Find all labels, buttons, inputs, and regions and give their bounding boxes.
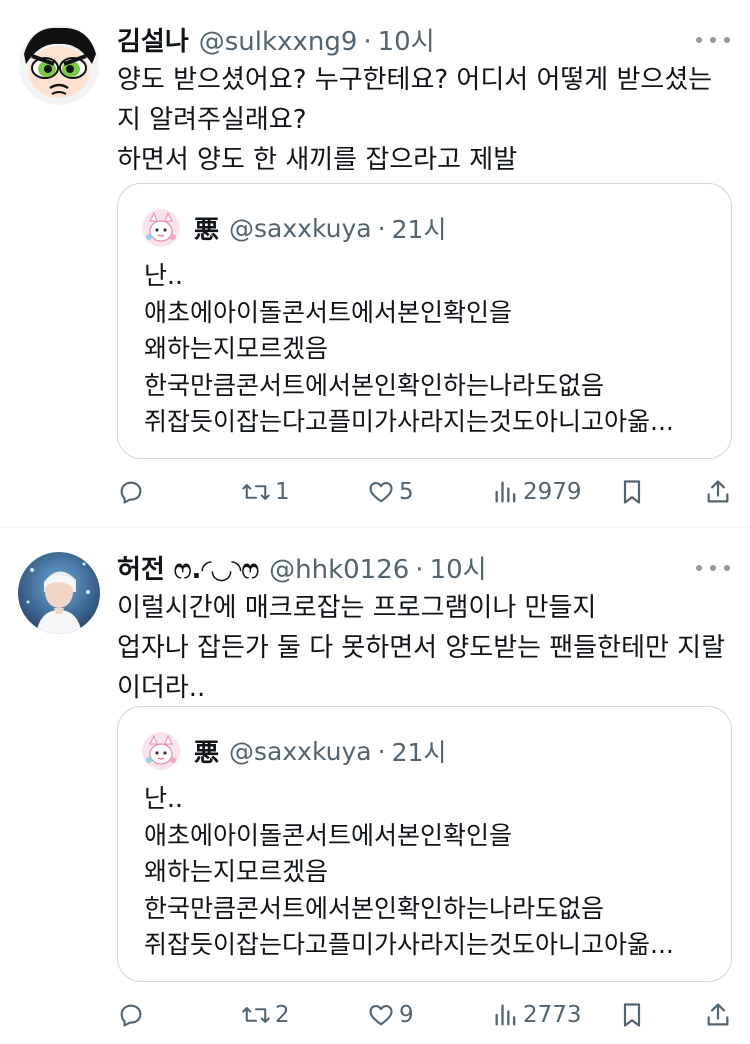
- quoted-text-line: 왜하는지모르겠음: [144, 857, 329, 886]
- view-count: 2979: [523, 479, 582, 505]
- quoted-text-line: 쥐잡듯이잡는다고플미가사라지는것도아니고아옮...: [144, 407, 674, 436]
- idol-photo-avatar-icon: [18, 552, 100, 634]
- heart-icon: [369, 1004, 393, 1026]
- tweet-text-line: 양도 받으셨어요? 누구한테요? 어디서 어떻게 받으셨는: [117, 65, 713, 95]
- action-bar: 1 5 2979: [117, 472, 732, 512]
- more-options-icon[interactable]: [696, 30, 730, 50]
- bar-chart-icon: [495, 1004, 516, 1026]
- quoted-text-line: 애초에아이돌콘서트에서본인확인을: [144, 820, 513, 850]
- quoted-author-name: 悪: [194, 215, 220, 244]
- author-name[interactable]: 허전 ෆ.◜◡◝ෆ: [117, 550, 259, 590]
- tweet-text-line: 하면서 양도 한 새끼를 잡으라고 제발: [117, 145, 518, 175]
- tweet-header: 김설나 @sulkxxng9 · 10시: [117, 22, 730, 62]
- quoted-tweet[interactable]: 悪 @saxxkuya · 21시 난.. 애초에아이돌콘서트에서본인확인을 왜…: [117, 183, 732, 459]
- quoted-author-handle: @saxxkuya: [229, 736, 372, 766]
- separator-dot: ·: [377, 736, 386, 766]
- separator-dot: ·: [415, 555, 424, 585]
- share-icon: [707, 480, 729, 503]
- timestamp[interactable]: 10시: [430, 550, 487, 590]
- bookmark-icon: [623, 1003, 641, 1027]
- quoted-text-line: 한국만큼콘서트에서본인확인하는나라도없음: [144, 893, 605, 923]
- bookmark-icon: [623, 480, 641, 504]
- quoted-text-line: 난..: [144, 784, 183, 813]
- like-button[interactable]: 5: [367, 472, 414, 512]
- separator-dot: ·: [377, 213, 386, 243]
- bar-chart-icon: [495, 481, 516, 503]
- quoted-author-handle: @saxxkuya: [229, 213, 372, 243]
- quoted-timestamp: 21시: [391, 215, 447, 244]
- cartoon-avatar-icon: [142, 209, 180, 247]
- retweet-count: 1: [275, 479, 290, 505]
- avatar[interactable]: [18, 552, 100, 634]
- quoted-text-line: 애초에아이돌콘서트에서본인확인을: [144, 297, 513, 327]
- like-button[interactable]: 9: [367, 995, 414, 1035]
- separator-dot: ·: [363, 27, 372, 57]
- author-name[interactable]: 김설나: [117, 22, 189, 62]
- share-button[interactable]: [705, 995, 731, 1035]
- views-button[interactable]: 2979: [493, 472, 582, 512]
- quoted-text-line: 난..: [144, 261, 183, 290]
- quoted-avatar: [142, 732, 180, 770]
- quoted-tweet[interactable]: 悪 @saxxkuya · 21시 난.. 애초에아이돌콘서트에서본인확인을 왜…: [117, 706, 732, 982]
- more-options-icon[interactable]: [696, 558, 730, 578]
- view-count: 2773: [523, 1002, 582, 1028]
- powerpuff-avatar-icon: [18, 24, 100, 106]
- quoted-text-line: 쥐잡듯이잡는다고플미가사라지는것도아니고아옮...: [144, 930, 674, 959]
- tweet[interactable]: 김설나 @sulkxxng9 · 10시 양도 받으셨어요? 누구한테요? 어디…: [0, 0, 750, 527]
- tweet-text: 양도 받으셨어요? 누구한테요? 어디서 어떻게 받으셨는 지 알려주실래요? …: [117, 60, 726, 180]
- quoted-timestamp: 21시: [391, 738, 447, 767]
- tweet[interactable]: 허전 ෆ.◜◡◝ෆ @hhk0126 · 10시 이럴시간에 매크로잡는 프로그…: [0, 528, 750, 1044]
- quoted-text-line: 왜하는지모르겠음: [144, 334, 329, 363]
- action-bar: 2 9 2773: [117, 995, 732, 1035]
- timeline-feed: 김설나 @sulkxxng9 · 10시 양도 받으셨어요? 누구한테요? 어디…: [0, 0, 750, 1044]
- avatar[interactable]: [18, 24, 100, 106]
- reply-icon: [120, 481, 142, 504]
- cartoon-avatar-icon: [142, 732, 180, 770]
- heart-icon: [369, 481, 393, 503]
- like-count: 5: [399, 479, 414, 505]
- quoted-text-line: 한국만큼콘서트에서본인확인하는나라도없음: [144, 370, 605, 400]
- reply-button[interactable]: [117, 995, 149, 1035]
- retweet-icon: [242, 484, 270, 500]
- quoted-tweet-text: 난.. 애초에아이돌콘서트에서본인확인을 왜하는지모르겠음 한국만큼콘서트에서본…: [144, 781, 711, 964]
- bookmark-button[interactable]: [619, 472, 645, 512]
- tweet-text-line: 이럴시간에 매크로잡는 프로그램이나 만들지: [117, 593, 597, 623]
- reply-icon: [120, 1004, 142, 1027]
- retweet-icon: [242, 1007, 270, 1023]
- views-button[interactable]: 2773: [493, 995, 582, 1035]
- reply-button[interactable]: [117, 472, 149, 512]
- retweet-count: 2: [275, 1002, 290, 1028]
- quoted-author-name: 悪: [194, 738, 220, 767]
- tweet-text-line: 업자나 잡든가 둘 다 못하면서 양도받는 팬들한테만 지랄: [117, 633, 726, 663]
- retweet-button[interactable]: 1: [241, 472, 290, 512]
- quoted-tweet-header: 悪 @saxxkuya · 21시: [142, 208, 446, 248]
- tweet-text-line: 지 알려주실래요?: [117, 105, 307, 135]
- like-count: 9: [399, 1002, 414, 1028]
- quoted-tweet-header: 悪 @saxxkuya · 21시: [142, 731, 446, 771]
- tweet-header: 허전 ෆ.◜◡◝ෆ @hhk0126 · 10시: [117, 550, 730, 590]
- timestamp[interactable]: 10시: [378, 22, 435, 62]
- bookmark-button[interactable]: [619, 995, 645, 1035]
- share-button[interactable]: [705, 472, 731, 512]
- tweet-text: 이럴시간에 매크로잡는 프로그램이나 만들지 업자나 잡든가 둘 다 못하면서 …: [117, 588, 726, 708]
- quoted-tweet-text: 난.. 애초에아이돌콘서트에서본인확인을 왜하는지모르겠음 한국만큼콘서트에서본…: [144, 258, 711, 441]
- share-icon: [707, 1003, 729, 1026]
- tweet-text-line: 이더라..: [117, 673, 206, 703]
- retweet-button[interactable]: 2: [241, 995, 290, 1035]
- author-handle[interactable]: @sulkxxng9: [199, 22, 358, 62]
- quoted-avatar: [142, 209, 180, 247]
- author-handle[interactable]: @hhk0126: [269, 550, 409, 590]
